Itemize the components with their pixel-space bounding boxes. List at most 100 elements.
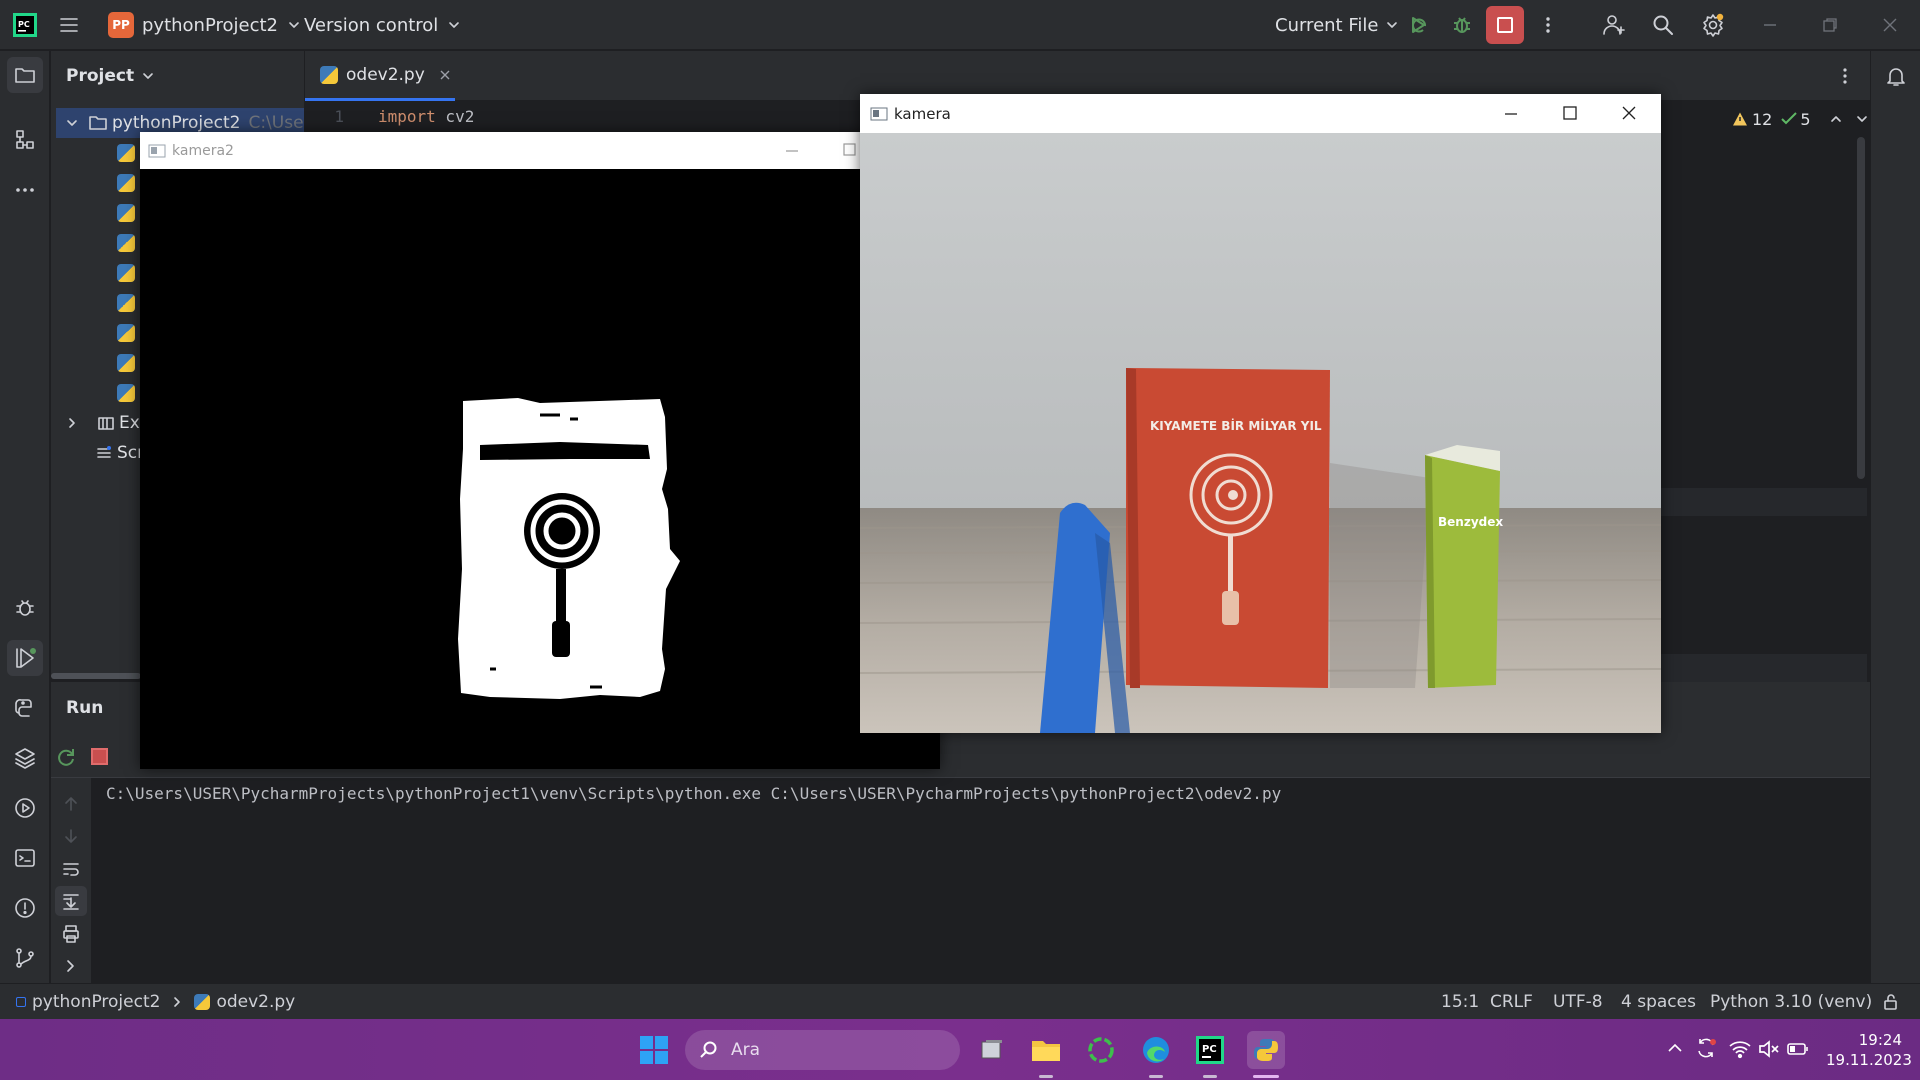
project-panel-header[interactable]: Project [66, 61, 156, 91]
debug-button[interactable] [1450, 0, 1474, 50]
wifi-icon[interactable] [1728, 1038, 1752, 1065]
tree-file-row[interactable] [117, 288, 135, 318]
python-console-button[interactable] [7, 690, 43, 726]
minimize-icon[interactable] [1762, 0, 1778, 50]
more-actions-icon[interactable] [1538, 0, 1558, 50]
settings-gear-icon[interactable] [1700, 0, 1726, 50]
stop-icon [1486, 6, 1524, 44]
git-button[interactable] [7, 940, 43, 976]
tree-scratches[interactable]: Scr [95, 438, 144, 468]
scroll-to-end-button[interactable] [55, 886, 87, 916]
editor-scrollbar[interactable] [1857, 137, 1865, 479]
run-panel-title[interactable]: Run [66, 698, 103, 718]
battery-icon[interactable] [1786, 1040, 1810, 1063]
notifications-button[interactable] [1878, 58, 1914, 94]
python-taskbar-button[interactable] [1247, 1031, 1285, 1069]
debug-tool-button[interactable] [7, 590, 43, 626]
maximize-icon[interactable] [843, 143, 857, 157]
chevron-right-icon[interactable] [61, 956, 81, 976]
rerun-button[interactable] [55, 746, 77, 773]
services-button[interactable] [7, 790, 43, 826]
kamera2-window[interactable]: kamera2 [140, 132, 940, 769]
arrow-down-icon[interactable] [61, 826, 81, 846]
pycharm-logo-icon[interactable]: PC [12, 0, 38, 50]
scratches-icon [97, 446, 111, 458]
tree-file-row[interactable] [117, 168, 135, 198]
tab-odev2[interactable]: odev2.py [305, 51, 455, 101]
volume-muted-icon[interactable] [1757, 1038, 1781, 1065]
sync-icon[interactable] [1694, 1036, 1718, 1065]
project-selector[interactable]: PP pythonProject2 [108, 0, 302, 50]
file-explorer-button[interactable] [1027, 1031, 1065, 1069]
chevron-down-icon [143, 73, 153, 79]
main-menu-icon[interactable] [58, 0, 80, 50]
bell-icon [1887, 68, 1905, 86]
stop-button[interactable] [1486, 0, 1524, 50]
line-separator[interactable]: CRLF [1490, 984, 1533, 1020]
version-control-menu[interactable]: Version control [304, 0, 462, 50]
tree-file-row[interactable] [117, 138, 135, 168]
python-file-icon [117, 204, 135, 222]
tray-chevron-icon[interactable] [1666, 1039, 1684, 1062]
arrow-up-icon[interactable] [61, 794, 81, 814]
line-number: 1 [334, 107, 344, 126]
add-user-icon[interactable] [1601, 0, 1627, 50]
indent-setting[interactable]: 4 spaces [1621, 984, 1696, 1020]
inspection-widget[interactable]: 12 5 [1732, 107, 1869, 131]
problems-button[interactable] [7, 890, 43, 926]
editor-split-band [1660, 488, 1867, 516]
tree-file-row[interactable] [117, 198, 135, 228]
structure-tool-button[interactable] [7, 122, 43, 158]
more-tools-button[interactable] [7, 172, 43, 208]
python-file-icon [117, 264, 135, 282]
kamera-window[interactable]: kamera KIYAMETE BİR MİLYAR YIL Benzydex [860, 94, 1661, 733]
code-line-1[interactable]: import cv2 [378, 107, 474, 126]
maximize-icon[interactable] [1563, 106, 1577, 120]
python-file-icon [117, 324, 135, 342]
tree-file-row[interactable] [117, 228, 135, 258]
editor-more-icon[interactable] [1835, 66, 1855, 91]
threshold-frame [140, 169, 940, 769]
breadcrumb-file[interactable]: odev2.py [216, 992, 295, 1012]
minimize-icon[interactable] [785, 144, 799, 158]
tree-external-libraries[interactable]: Ext [65, 408, 146, 438]
kamera-title-bar[interactable]: kamera [860, 94, 1661, 133]
close-tab-icon[interactable] [439, 69, 451, 81]
soft-wrap-icon[interactable] [61, 859, 81, 879]
caret-position[interactable]: 15:1 [1441, 984, 1479, 1020]
start-button[interactable] [635, 1031, 673, 1069]
svg-text:PC: PC [1202, 1044, 1217, 1055]
task-view-button[interactable] [973, 1031, 1011, 1069]
run-tool-button[interactable] [7, 640, 43, 676]
code-keyword: import [378, 107, 436, 126]
pycharm-taskbar-button[interactable]: PC [1191, 1031, 1229, 1069]
tree-file-row[interactable] [117, 348, 135, 378]
tree-file-row[interactable] [117, 378, 135, 408]
close-icon[interactable] [1622, 106, 1636, 120]
taskbar-search-box[interactable]: Ara [685, 1030, 960, 1070]
tree-file-row[interactable] [117, 258, 135, 288]
edge-browser-button[interactable] [1137, 1031, 1175, 1069]
tree-file-row[interactable] [117, 318, 135, 348]
minimize-icon[interactable] [1504, 107, 1518, 121]
rerun-button[interactable] [1406, 0, 1430, 50]
print-icon[interactable] [61, 924, 81, 944]
run-config-selector[interactable]: Current File [1275, 0, 1400, 50]
breadcrumb-project[interactable]: pythonProject2 [32, 992, 160, 1012]
app-button[interactable] [1082, 1031, 1120, 1069]
terminal-button[interactable] [7, 840, 43, 876]
restore-icon[interactable] [1822, 0, 1838, 50]
file-encoding[interactable]: UTF-8 [1553, 984, 1603, 1020]
python-interpreter[interactable]: Python 3.10 (venv) [1710, 984, 1872, 1020]
kamera-title: kamera [894, 104, 951, 123]
unlock-icon[interactable] [1882, 984, 1900, 1020]
windows-logo-icon [640, 1036, 668, 1064]
close-icon[interactable] [1882, 0, 1898, 50]
clock[interactable]: 19:24 19.11.2023 [1826, 1030, 1912, 1070]
horizontal-scrollbar[interactable] [51, 673, 141, 679]
python-packages-button[interactable] [7, 740, 43, 776]
search-icon[interactable] [1651, 0, 1675, 50]
stop-icon[interactable] [91, 748, 108, 765]
kamera2-title-bar[interactable]: kamera2 [140, 132, 940, 169]
project-tool-button[interactable] [7, 57, 43, 93]
